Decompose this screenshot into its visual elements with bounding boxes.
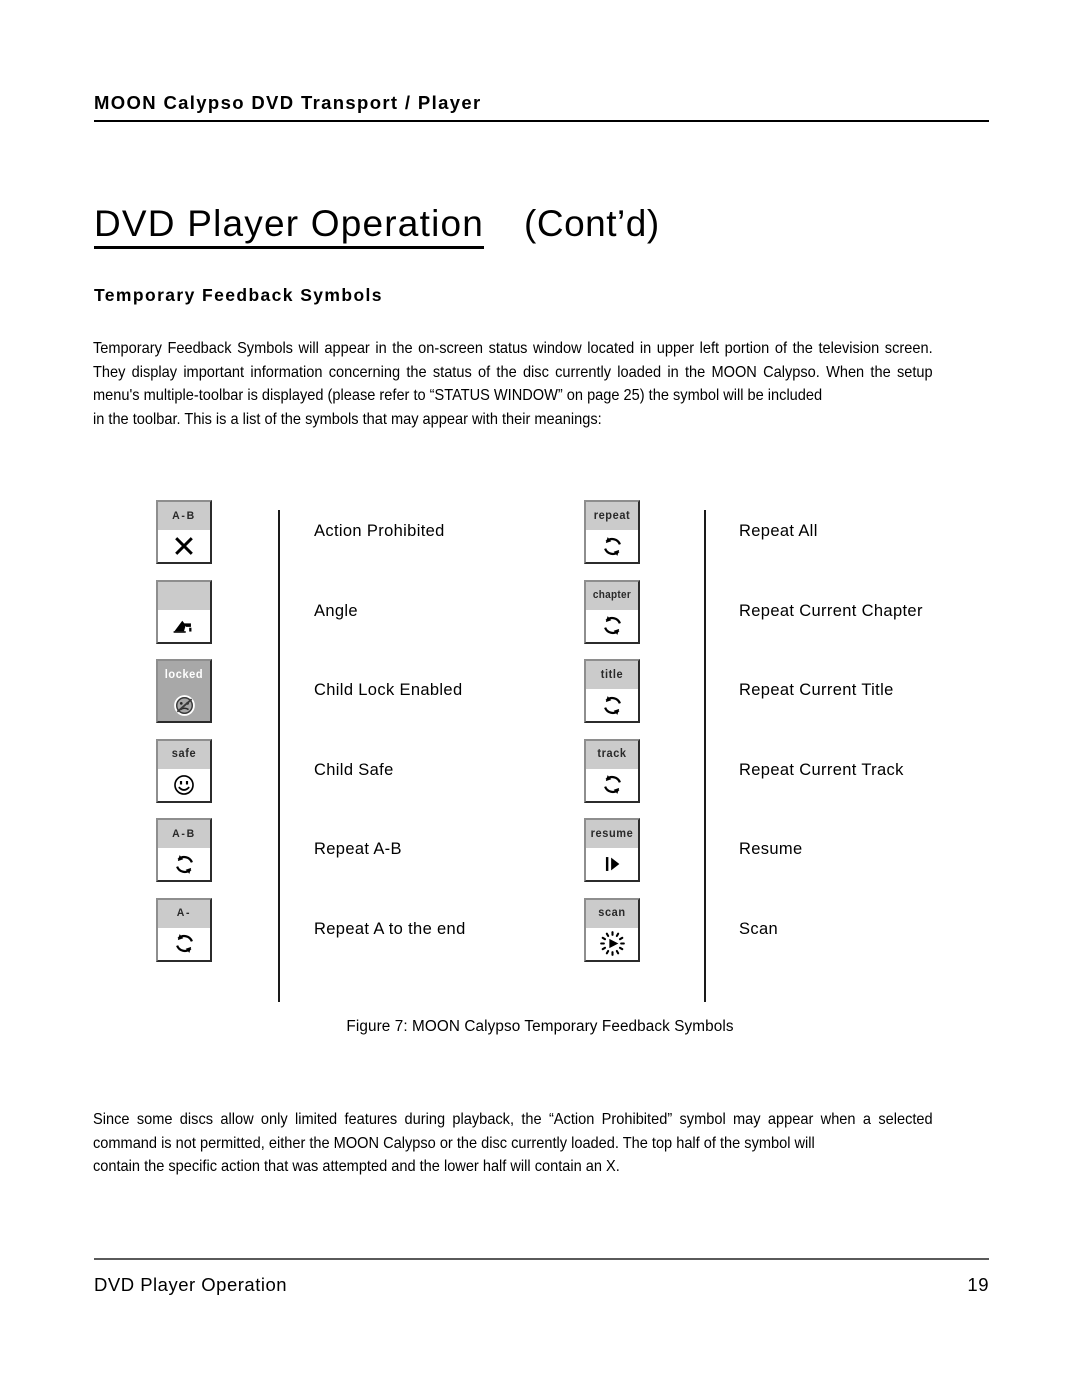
footer-page-number: 19 [967, 1274, 989, 1295]
symbol-box-repeat-loop: repeat [584, 500, 640, 564]
symbol-box-smiley-face: safe [156, 738, 212, 803]
symbol-column-right: repeat Repeat All chapter Repeat Current Ch… [574, 500, 1006, 1002]
figure-caption: Figure 7: MOON Calypso Temporary Feedbac… [346, 1018, 734, 1035]
symbol-box-band-label: scan [598, 906, 626, 920]
symbol-description: Action Prohibited [314, 522, 445, 540]
symbol-box-band: A-B [158, 502, 210, 530]
intro-paragraph-main: Temporary Feedback Symbols will appear i… [93, 340, 933, 404]
symbol-description: Repeat A-B [314, 840, 402, 858]
symbol-box-band-label: A-B [172, 827, 196, 841]
x-cross-icon [158, 530, 210, 562]
symbol-box-x-cross: A-B [156, 500, 212, 564]
symbol-row: repeat Repeat All [574, 500, 1006, 578]
symbol-row: safe Child Safe [144, 738, 576, 817]
symbol-box-repeat-loop: chapter [584, 579, 640, 644]
symbol-description: Repeat A to the end [314, 919, 466, 938]
symbol-box-band-label: A- [176, 906, 192, 920]
header-rule [94, 120, 989, 122]
symbol-box-band-label: locked [164, 667, 204, 681]
figure-temporary-feedback-symbols: A-B Action Prohibited Angle locked Child Loc… [94, 500, 994, 1010]
symbol-box-band-label: A-B [172, 509, 196, 523]
symbol-row: A-B Action Prohibited [144, 500, 576, 578]
symbol-box-band-label: track [597, 747, 627, 761]
symbol-row: title Repeat Current Title [574, 659, 1006, 737]
closing-paragraph: Since some discs allow only limited feat… [93, 1108, 933, 1179]
intro-paragraph-last: in the toolbar. This is a list of the sy… [93, 410, 602, 428]
symbol-box-band-label: title [600, 667, 624, 681]
repeat-loop-icon [586, 530, 638, 562]
symbol-box-repeat-loop: A-B [156, 818, 212, 882]
symbol-box-band-label: chapter [592, 589, 632, 601]
symbol-box-band: safe [158, 740, 210, 769]
symbol-row: A- Repeat A to the end [144, 897, 576, 976]
symbol-description: Child Lock Enabled [314, 681, 463, 699]
symbol-description: Scan [739, 919, 779, 938]
symbol-row: locked Child Lock Enabled [144, 659, 576, 737]
repeat-loop-icon [158, 927, 210, 960]
running-header-title: MOON Calypso DVD Transport / Player [94, 92, 482, 113]
symbol-box-locked-face: locked [156, 659, 212, 723]
symbol-box-band [158, 581, 210, 610]
symbol-row: resume Resume [574, 818, 1006, 896]
symbol-box-band-label: repeat [593, 508, 631, 522]
symbol-row: A-B Repeat A-B [144, 818, 576, 896]
symbol-box-repeat-loop: title [584, 659, 640, 723]
symbol-box-band-label: safe [171, 747, 197, 761]
symbol-box-scan-play: scan [584, 897, 640, 962]
repeat-loop-icon [586, 609, 638, 642]
symbol-description: Repeat Current Title [739, 681, 894, 699]
symbol-row: Angle [144, 579, 576, 658]
symbol-box-band-label: resume [590, 826, 634, 840]
symbol-description: Repeat Current Chapter [739, 601, 923, 620]
symbol-box-band: resume [586, 820, 638, 848]
closing-paragraph-main: Since some discs allow only limited feat… [93, 1111, 933, 1152]
symbol-box-band: track [586, 740, 638, 769]
symbol-box-band: locked [158, 661, 210, 689]
symbol-box-band: A- [158, 899, 210, 928]
document-page: MOON Calypso DVD Transport / Player DVD … [0, 0, 1080, 1397]
symbol-box-band: scan [586, 899, 638, 928]
repeat-loop-icon [586, 768, 638, 801]
symbol-box-band: A-B [158, 820, 210, 848]
symbol-box-band: title [586, 661, 638, 689]
symbol-row: track Repeat Current Track [574, 738, 1006, 817]
smiley-face-icon [158, 768, 210, 801]
symbol-row: chapter Repeat Current Chapter [574, 579, 1006, 658]
symbol-description: Child Safe [314, 760, 394, 779]
locked-face-icon [158, 689, 210, 721]
page-footer: DVD Player Operation 19 [94, 1258, 989, 1296]
symbol-box-band: repeat [586, 502, 638, 530]
footer-section-name: DVD Player Operation [94, 1274, 288, 1295]
scan-play-icon [586, 927, 638, 960]
symbol-box-camera-angle [156, 579, 212, 644]
repeat-loop-icon [586, 689, 638, 721]
symbol-box-band: chapter [586, 581, 638, 610]
closing-paragraph-last: contain the specific action that was att… [93, 1158, 620, 1175]
symbol-description: Repeat All [739, 522, 818, 540]
page-title-main: DVD Player Operation [94, 204, 485, 249]
symbol-description: Repeat Current Track [739, 760, 904, 779]
repeat-loop-icon [158, 848, 210, 880]
symbol-box-repeat-loop: A- [156, 897, 212, 962]
symbol-column-left: A-B Action Prohibited Angle locked Child Loc… [144, 500, 576, 1002]
symbol-description: Resume [739, 840, 803, 858]
running-header: MOON Calypso DVD Transport / Player [94, 92, 989, 122]
section-heading: Temporary Feedback Symbols [94, 285, 383, 305]
resume-play-icon [586, 848, 638, 880]
symbol-description: Angle [314, 601, 358, 620]
symbol-box-repeat-loop: track [584, 738, 640, 803]
camera-angle-icon [158, 609, 210, 642]
symbol-row: scan Scan [574, 897, 1006, 976]
symbol-box-resume-play: resume [584, 818, 640, 882]
page-title: DVD Player Operation (Cont’d) [94, 203, 994, 249]
intro-paragraph: Temporary Feedback Symbols will appear i… [93, 337, 933, 431]
page-title-continued: (Cont’d) [524, 203, 660, 244]
